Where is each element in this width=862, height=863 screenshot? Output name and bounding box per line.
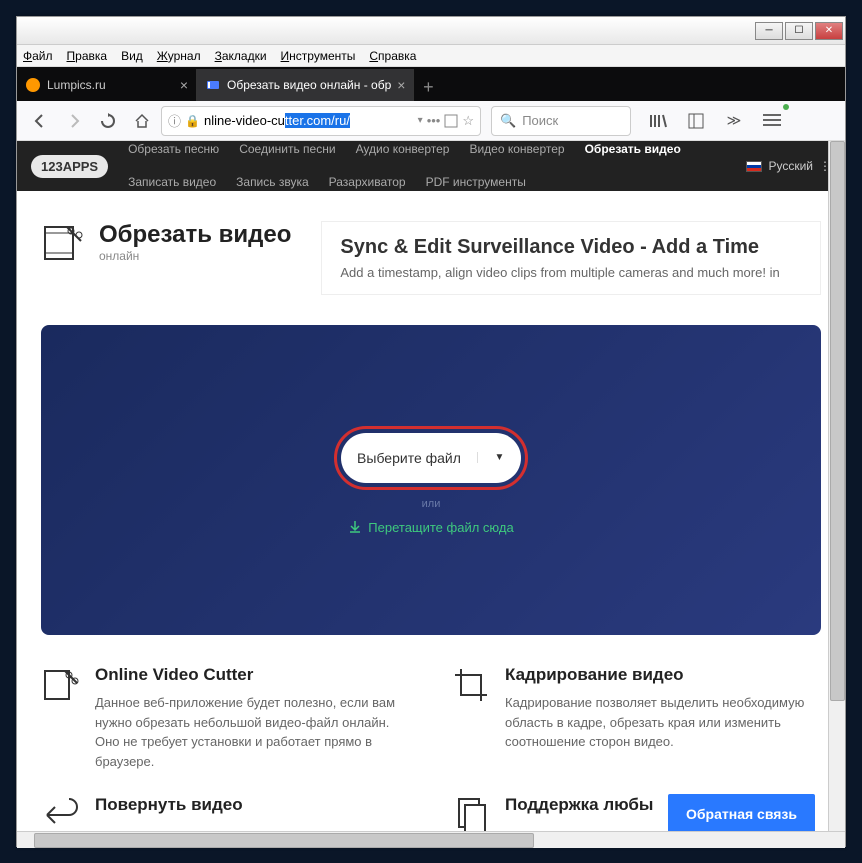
search-placeholder: Поиск [522, 113, 558, 128]
url-text: nline-video-cutter.com/ru/ [204, 113, 414, 128]
back-button[interactable] [25, 106, 55, 136]
scissors-icon [41, 665, 81, 705]
or-text: или [422, 498, 441, 510]
feature-title: Кадрирование видео [505, 665, 821, 685]
navbar: ⓘ 🔒 nline-video-cutter.com/ru/ ▾ ••• ☆ 🔍… [17, 101, 845, 141]
language-selector[interactable]: Русский ⋮ [746, 159, 831, 173]
nav-link[interactable]: Аудио конвертер [356, 141, 450, 159]
search-bar[interactable]: 🔍 Поиск [491, 106, 631, 136]
dropdown-icon[interactable]: ▾ [418, 115, 423, 126]
nav-link-active[interactable]: Обрезать видео [585, 141, 681, 159]
vertical-scrollbar[interactable] [828, 141, 845, 831]
rotate-icon [41, 795, 81, 835]
browser-window: ─ ☐ ✕ Файл Правка Вид Журнал Закладки Ин… [16, 16, 846, 847]
flag-icon [746, 161, 762, 172]
ad-text: Add a timestamp, align video clips from … [340, 265, 802, 280]
select-file-button[interactable]: Выберите файл ▼ [341, 433, 521, 483]
titlebar: ─ ☐ ✕ [17, 17, 845, 45]
menu-edit[interactable]: Правка [67, 49, 108, 63]
page-title-block: Обрезать видео онлайн [41, 221, 291, 295]
update-indicator-icon [783, 104, 789, 110]
feature-block: Online Video Cutter Данное веб-приложени… [41, 665, 411, 771]
dropdown-icon[interactable]: ▼ [477, 452, 521, 463]
language-label: Русский [768, 159, 813, 173]
upload-area[interactable]: Выберите файл ▼ или Перетащите файл сюда [41, 325, 821, 635]
cut-video-icon [41, 221, 85, 265]
page-subtitle: онлайн [99, 249, 291, 263]
feature-text: Данное веб-приложение будет полезно, есл… [95, 693, 411, 771]
nav-link[interactable]: Запись звука [236, 173, 309, 192]
menu-file[interactable]: Файл [23, 49, 53, 63]
feature-title: Повернуть видео [95, 795, 243, 815]
upload-button-highlight: Выберите файл ▼ [334, 426, 528, 490]
nav-link[interactable]: Обрезать песню [128, 141, 219, 159]
logo[interactable]: 123APPS [31, 155, 108, 178]
info-icon[interactable]: ⓘ [168, 111, 181, 130]
ad-block[interactable]: Sync & Edit Surveillance Video - Add a T… [321, 221, 821, 295]
download-icon [348, 520, 362, 534]
feature-text: Кадрирование позволяет выделить необходи… [505, 693, 821, 752]
tabbar: Lumpics.ru × Обрезать видео онлайн - обр… [17, 67, 845, 101]
menubar: Файл Правка Вид Журнал Закладки Инструме… [17, 45, 845, 67]
menu-bookmarks[interactable]: Закладки [215, 49, 267, 63]
home-button[interactable] [127, 106, 157, 136]
url-bar[interactable]: ⓘ 🔒 nline-video-cutter.com/ru/ ▾ ••• ☆ [161, 106, 481, 136]
favicon-icon [25, 77, 41, 93]
favicon-icon [205, 77, 221, 93]
menu-button[interactable] [757, 106, 787, 136]
library-button[interactable] [643, 106, 673, 136]
nav-link[interactable]: Записать видео [128, 173, 216, 192]
tab-close-icon[interactable]: × [180, 77, 188, 93]
overflow-button[interactable]: ≫ [719, 106, 749, 136]
minimize-button[interactable]: ─ [755, 22, 783, 40]
nav-link[interactable]: Видео конвертер [469, 141, 564, 159]
nav-link[interactable]: Разархиватор [329, 173, 406, 192]
reload-button[interactable] [93, 106, 123, 136]
more-icon[interactable]: ••• [427, 113, 441, 128]
tab-label: Lumpics.ru [47, 78, 174, 92]
feature-block: Кадрирование видео Кадрирование позволяе… [451, 665, 821, 771]
menu-view[interactable]: Вид [121, 49, 143, 63]
tab-videocutter[interactable]: Обрезать видео онлайн - обр × [197, 69, 414, 101]
new-tab-button[interactable]: + [414, 73, 442, 101]
maximize-button[interactable]: ☐ [785, 22, 813, 40]
file-icon [451, 795, 491, 835]
reader-icon[interactable] [444, 114, 458, 128]
menu-help[interactable]: Справка [369, 49, 416, 63]
menu-tools[interactable]: Инструменты [281, 49, 356, 63]
nav-links: Обрезать песню Соединить песни Аудио кон… [128, 141, 746, 192]
menu-history[interactable]: Журнал [157, 49, 201, 63]
tab-close-icon[interactable]: × [397, 77, 405, 93]
search-icon: 🔍 [500, 113, 516, 129]
horizontal-scrollbar[interactable] [17, 831, 845, 848]
feature-title: Поддержка любы [505, 795, 653, 815]
bookmark-icon[interactable]: ☆ [462, 113, 474, 129]
lock-icon: 🔒 [185, 114, 200, 128]
feature-block: Повернуть видео [41, 795, 411, 835]
scrollbar-thumb[interactable] [34, 833, 534, 848]
tab-lumpics[interactable]: Lumpics.ru × [17, 69, 197, 101]
site-header: 123APPS Обрезать песню Соединить песни А… [17, 141, 845, 191]
close-button[interactable]: ✕ [815, 22, 843, 40]
tab-label: Обрезать видео онлайн - обр [227, 78, 391, 92]
feature-title: Online Video Cutter [95, 665, 411, 685]
drag-file-label: Перетащите файл сюда [368, 520, 513, 535]
page-content: 123APPS Обрезать песню Соединить песни А… [17, 141, 845, 848]
nav-link[interactable]: PDF инструменты [426, 173, 526, 192]
ad-heading: Sync & Edit Surveillance Video - Add a T… [340, 236, 802, 259]
drag-file-link[interactable]: Перетащите файл сюда [348, 520, 513, 535]
nav-link[interactable]: Соединить песни [239, 141, 335, 159]
scrollbar-thumb[interactable] [830, 141, 845, 701]
crop-icon [451, 665, 491, 705]
select-file-label: Выберите файл [341, 450, 477, 466]
feedback-button[interactable]: Обратная связь [668, 794, 815, 834]
forward-button[interactable] [59, 106, 89, 136]
sidebar-button[interactable] [681, 106, 711, 136]
page-title: Обрезать видео [99, 221, 291, 249]
